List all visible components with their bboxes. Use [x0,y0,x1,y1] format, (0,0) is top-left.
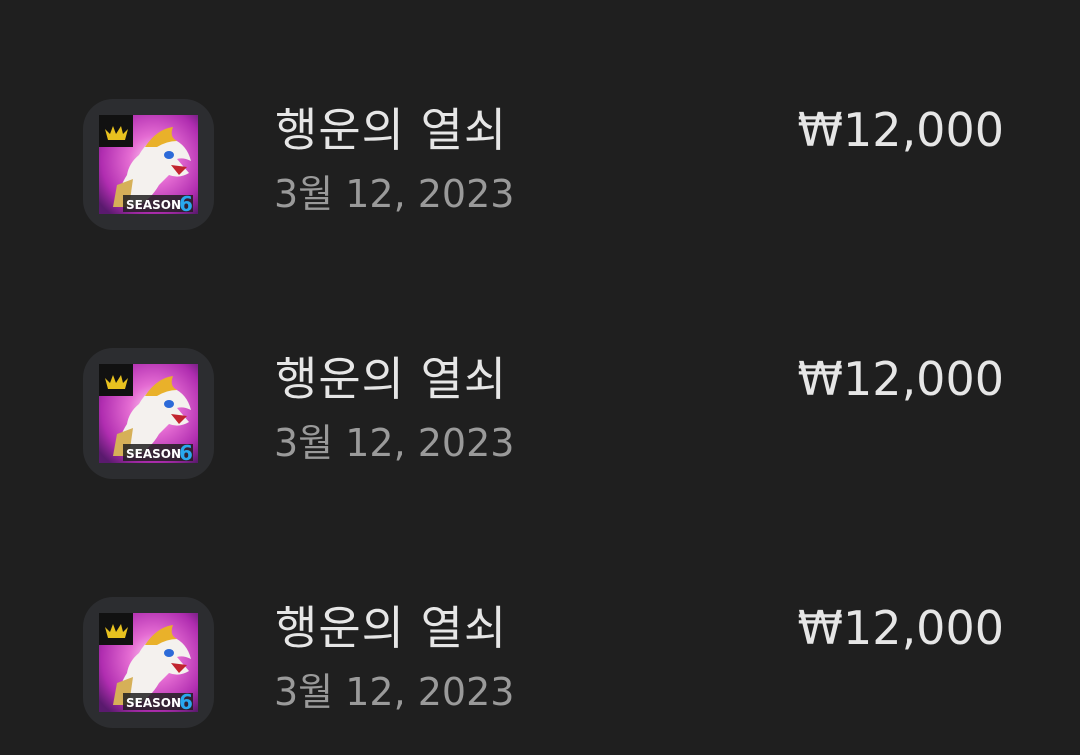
game-app-icon: SEASON 6 [99,364,198,463]
season-badge-number: 6 [179,690,193,712]
purchase-date: 3월 12, 2023 [274,172,515,216]
purchase-item[interactable]: SEASON 6 행운의 열쇠 3월 12, 2023 ₩12,000 [0,249,1080,498]
item-title: 행운의 열쇠 [275,601,508,655]
season-badge-text: SEASON [126,198,181,212]
purchase-date: 3월 12, 2023 [274,670,515,714]
purchase-item[interactable]: SEASON 6 행운의 열쇠 3월 12, 2023 ₩12,000 [0,0,1080,249]
item-price: ₩12,000 [797,352,1004,406]
item-title: 행운의 열쇠 [275,352,508,406]
season-badge-number: 6 [179,441,193,463]
app-icon-tile: SEASON 6 [83,348,214,479]
season-badge-number: 6 [179,192,193,214]
purchase-item[interactable]: SEASON 6 행운의 열쇠 3월 12, 2023 ₩12,000 [0,498,1080,747]
game-app-icon: SEASON 6 [99,115,198,214]
purchase-history-list: SEASON 6 행운의 열쇠 3월 12, 2023 ₩12,000 SEAS… [0,0,1080,755]
season-badge-text: SEASON [126,696,181,710]
game-app-icon: SEASON 6 [99,613,198,712]
purchase-date: 3월 12, 2023 [274,421,515,465]
item-price: ₩12,000 [797,601,1004,655]
app-icon-tile: SEASON 6 [83,99,214,230]
item-price: ₩12,000 [797,103,1004,157]
item-title: 행운의 열쇠 [275,103,508,157]
app-icon-tile: SEASON 6 [83,597,214,728]
season-badge-text: SEASON [126,447,181,461]
